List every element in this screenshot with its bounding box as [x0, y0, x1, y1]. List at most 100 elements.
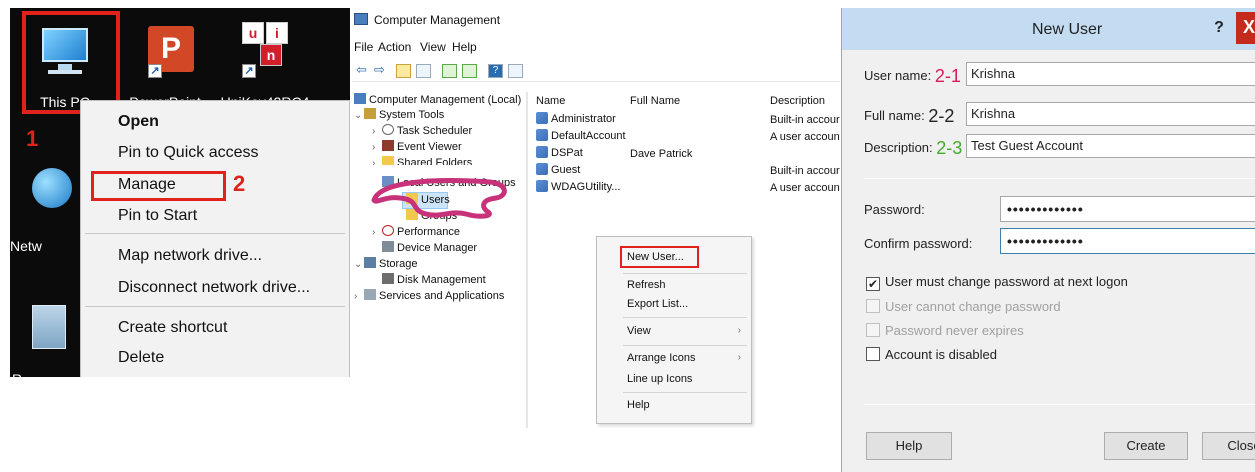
- menu-item-pin-quick-access[interactable]: Pin to Quick access: [118, 144, 259, 162]
- tree-item-device-manager[interactable]: Device Manager: [382, 240, 477, 256]
- table-row[interactable]: DefaultAccount: [536, 129, 626, 142]
- user-icon: [536, 180, 548, 192]
- export-icon[interactable]: [462, 64, 477, 78]
- menu-item-line-up-icons[interactable]: Line up Icons: [627, 373, 692, 385]
- table-row[interactable]: Administrator: [536, 112, 616, 125]
- column-header-full-name[interactable]: Full Name: [630, 95, 680, 107]
- tree-item-system-tools[interactable]: ⌄ System Tools: [354, 107, 444, 123]
- show-tree-icon[interactable]: [416, 64, 431, 78]
- username-input[interactable]: Krishna: [966, 62, 1255, 86]
- menu-item-pin-start[interactable]: Pin to Start: [118, 207, 197, 225]
- menu-item-refresh[interactable]: Refresh: [627, 279, 666, 291]
- menu-item-delete[interactable]: Delete: [118, 349, 164, 367]
- user-icon: [536, 129, 548, 141]
- tree-item-event-viewer[interactable]: › Event Viewer: [372, 139, 462, 155]
- menu-help[interactable]: Help: [452, 40, 477, 54]
- tree-item-label: Event Viewer: [397, 141, 462, 153]
- desktop-icon-network[interactable]: Netw: [10, 158, 80, 254]
- field-label: Description:: [864, 140, 933, 155]
- disk-icon: [382, 273, 394, 284]
- table-row[interactable]: Guest: [536, 163, 580, 176]
- users-context-menu: New User... Refresh Export List... View …: [596, 236, 752, 424]
- window-titlebar: Computer Management: [352, 8, 840, 32]
- dialog-title: New User: [1032, 21, 1103, 38]
- tree-item-services-apps[interactable]: › Services and Applications: [354, 288, 504, 304]
- menu-separator: [623, 273, 747, 274]
- checkbox-password-never-expires[interactable]: Password never expires: [866, 323, 1024, 338]
- desktop-icon-label: Netw: [10, 238, 42, 254]
- menu-item-open[interactable]: Open: [118, 113, 159, 131]
- desktop-icon-powerpoint[interactable]: P ↗ PowerPoint: [120, 14, 210, 110]
- tree-item-computer-management[interactable]: Computer Management (Local): [354, 92, 521, 108]
- checkbox[interactable]: [866, 347, 880, 361]
- checkbox-checked[interactable]: ✔: [866, 277, 880, 291]
- checkbox-label: User must change password at next logon: [885, 274, 1128, 289]
- menu-action[interactable]: Action: [378, 40, 411, 54]
- table-row[interactable]: DSPat: [536, 146, 583, 159]
- checkbox-account-disabled[interactable]: Account is disabled: [866, 347, 997, 362]
- confirm-password-label: Confirm password:: [864, 236, 973, 251]
- fullname-input[interactable]: Krishna: [966, 102, 1255, 126]
- chevron-right-icon: ›: [372, 227, 376, 238]
- cell-description: Built-in accour: [770, 165, 840, 177]
- close-button[interactable]: Close: [1202, 432, 1255, 460]
- cell-name: DefaultAccount: [551, 130, 626, 142]
- unikey-icon: i: [266, 22, 288, 44]
- close-icon[interactable]: X: [1236, 12, 1255, 44]
- refresh-icon[interactable]: [442, 64, 457, 78]
- toolbar: ⇦ ⇨ ?: [352, 60, 840, 82]
- checkbox-label: Account is disabled: [885, 347, 998, 362]
- menu-separator: [623, 345, 747, 346]
- forward-icon[interactable]: ⇨: [372, 63, 387, 78]
- description-input[interactable]: Test Guest Account: [966, 134, 1255, 158]
- help-button[interactable]: Help: [866, 432, 952, 460]
- back-icon[interactable]: ⇦: [354, 63, 369, 78]
- menu-item-view[interactable]: View: [627, 325, 651, 337]
- tree-item-shared-folders[interactable]: › Shared Folders: [372, 155, 472, 165]
- menu-item-help[interactable]: Help: [627, 399, 650, 411]
- help-button[interactable]: ?: [1205, 16, 1233, 40]
- menu-item-map-network-drive[interactable]: Map network drive...: [118, 247, 262, 265]
- chevron-right-icon: ›: [372, 142, 376, 153]
- menu-view[interactable]: View: [420, 40, 446, 54]
- table-row[interactable]: WDAGUtility...: [536, 180, 620, 193]
- checkbox[interactable]: [866, 299, 880, 313]
- tree-item-performance[interactable]: › Performance: [372, 224, 460, 240]
- step-number-1: 1: [26, 126, 39, 151]
- column-header-description[interactable]: Description: [770, 95, 825, 107]
- chevron-right-icon: ›: [372, 126, 376, 137]
- up-folder-icon[interactable]: [396, 64, 411, 78]
- menu-item-disconnect-network-drive[interactable]: Disconnect network drive...: [118, 279, 310, 297]
- tree-item-disk-management[interactable]: Disk Management: [382, 272, 486, 288]
- checkbox-cannot-change-password[interactable]: User cannot change password: [866, 299, 1061, 314]
- desktop-icon-recycle-bin[interactable]: R: [10, 293, 80, 377]
- window-title: Computer Management: [374, 13, 501, 27]
- password-input[interactable]: •••••••••••••: [1000, 196, 1255, 222]
- context-menu: Open Pin to Quick access Manage 2 Pin to…: [80, 100, 350, 377]
- menu-item-create-shortcut[interactable]: Create shortcut: [118, 319, 227, 337]
- description-label: Description: 2-3: [864, 138, 962, 159]
- unikey-icon: n: [260, 44, 282, 66]
- create-button[interactable]: Create: [1104, 432, 1188, 460]
- column-header-name[interactable]: Name: [536, 95, 565, 107]
- submenu-arrow-icon: ›: [737, 325, 741, 336]
- chevron-right-icon: ›: [354, 291, 358, 302]
- pane-splitter[interactable]: [526, 92, 528, 428]
- tree-item-storage[interactable]: ⌄ Storage: [354, 256, 418, 272]
- properties-icon[interactable]: [508, 64, 523, 78]
- confirm-password-input[interactable]: •••••••••••••: [1000, 228, 1255, 254]
- desktop-icon-unikey[interactable]: u i n ↗ UniKey42RC4: [220, 14, 310, 110]
- checkbox[interactable]: [866, 323, 880, 337]
- services-icon: [364, 289, 376, 300]
- checkbox-must-change-password[interactable]: ✔ User must change password at next logon: [866, 274, 1128, 291]
- menu-item-export-list[interactable]: Export List...: [627, 298, 688, 310]
- help-icon[interactable]: ?: [488, 64, 503, 78]
- network-icon: [32, 168, 72, 208]
- highlight-box: [91, 171, 226, 201]
- menu-item-new-user[interactable]: New User...: [627, 251, 684, 263]
- menu-item-arrange-icons[interactable]: Arrange Icons: [627, 352, 695, 364]
- tree-item-task-scheduler[interactable]: › Task Scheduler: [372, 123, 472, 139]
- computer-management-icon: [354, 13, 368, 25]
- menu-file[interactable]: File: [354, 40, 373, 54]
- user-icon: [536, 146, 548, 158]
